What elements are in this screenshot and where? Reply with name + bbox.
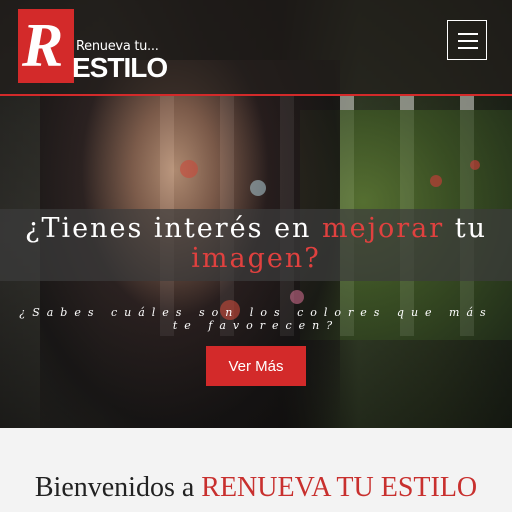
hero-headline: ¿Tienes interés en mejorar tu imagen?: [0, 214, 512, 274]
subtext-line: te favorecen?: [172, 319, 340, 332]
hamburger-icon: [458, 47, 478, 49]
logo-letter: R: [22, 12, 64, 80]
flower: [470, 160, 480, 170]
welcome-brand: RENUEVA TU ESTILO: [201, 472, 478, 503]
hero-subtext: ¿Sabes cuáles son los colores que más te…: [0, 306, 512, 332]
logo-mark: R: [18, 9, 74, 83]
menu-toggle-button[interactable]: [447, 20, 487, 60]
headline-accent: imagen?: [191, 243, 321, 274]
headline-text: tu: [444, 213, 487, 244]
welcome-title: Bienvenidos a RENUEVA TU ESTILO: [0, 472, 512, 504]
hamburger-icon: [458, 40, 478, 42]
welcome-prefix: Bienvenidos a: [34, 472, 202, 503]
subtext-line: ¿Sabes cuáles son los colores que más: [19, 306, 493, 319]
hamburger-icon: [458, 33, 478, 35]
headline-accent: mejorar: [322, 213, 445, 244]
shirt-pattern: [180, 160, 198, 178]
logo-wordmark: ESTILO: [72, 52, 168, 83]
brand-logo[interactable]: R Renueva tu... ESTILO: [18, 9, 168, 83]
shirt-pattern: [250, 180, 266, 196]
ver-mas-button[interactable]: Ver Más: [206, 346, 306, 386]
shirt-pattern: [290, 290, 304, 304]
headline-text: ¿Tienes interés en: [25, 213, 323, 244]
navbar: R Renueva tu... ESTILO: [0, 0, 512, 96]
flower: [430, 175, 442, 187]
